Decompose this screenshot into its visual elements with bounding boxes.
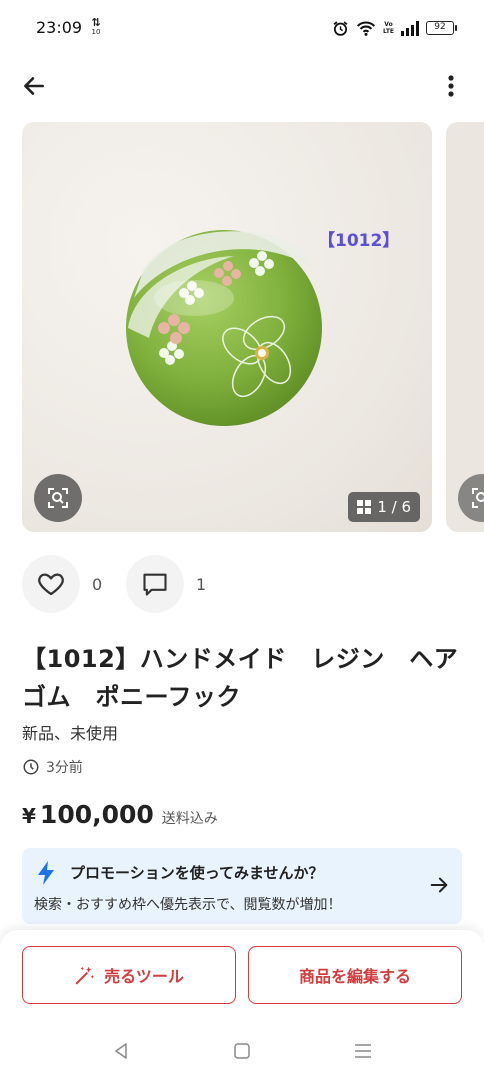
- promotion-banner[interactable]: プロモーションを使ってみませんか？ 検索・おすすめ枠へ優先表示で、閲覧数が増加！: [22, 848, 462, 924]
- battery-indicator: 92: [426, 21, 457, 35]
- square-home-icon: [234, 1043, 250, 1059]
- price: ¥ 100,000 送料込み: [22, 800, 218, 834]
- comment-button[interactable]: [126, 555, 184, 613]
- currency-symbol: ¥: [22, 804, 36, 828]
- data-transfer-icon: ⇅: [91, 16, 101, 29]
- status-time: 23:09: [36, 18, 83, 37]
- edit-item-label: 商品を編集する: [298, 967, 411, 986]
- arrow-left-icon: [24, 77, 44, 95]
- network-speed-indicator: ⇅ 10: [88, 17, 104, 39]
- image-search-button-next[interactable]: [458, 474, 484, 522]
- comment-icon: [143, 573, 167, 596]
- more-options-button[interactable]: [436, 68, 466, 104]
- clock-icon: [23, 759, 39, 775]
- item-condition: 新品、未使用: [22, 724, 119, 743]
- edit-item-button[interactable]: 商品を編集する: [248, 946, 462, 1004]
- sell-tool-button[interactable]: 売るツール: [22, 946, 236, 1004]
- arrow-right-icon: [430, 877, 448, 893]
- triangle-back-icon: [115, 1043, 127, 1059]
- promotion-description: 検索・おすすめ枠へ優先表示で、閲覧数が増加！: [34, 897, 342, 913]
- menu-lines-icon: [355, 1044, 371, 1058]
- wifi-icon: [356, 21, 376, 36]
- photo-counter[interactable]: 1 / 6: [348, 492, 420, 522]
- photo-overlay-tag: 【1012】: [318, 231, 400, 251]
- back-button[interactable]: [16, 68, 52, 104]
- grid-icon: [357, 500, 372, 514]
- next-product-photo[interactable]: [446, 122, 484, 532]
- shipping-note: 送料込み: [161, 811, 218, 827]
- status-icons: Vo LTE 92: [332, 17, 457, 39]
- product-photo[interactable]: 【1012】 1 / 6: [22, 122, 432, 532]
- promotion-headline: プロモーションを使ってみませんか？: [70, 864, 324, 882]
- like-button[interactable]: [22, 555, 80, 613]
- status-bar: 23:09 ⇅ 10 Vo LTE 92: [0, 0, 484, 56]
- volte-label: Vo LTE: [383, 21, 395, 35]
- alarm-icon: [333, 20, 348, 36]
- system-back-button[interactable]: [108, 1038, 134, 1064]
- price-value: 100,000: [39, 800, 154, 829]
- photo-counter-text: 1 / 6: [377, 498, 411, 516]
- reaction-bar: 0 1: [22, 555, 230, 613]
- image-search-icon: [48, 488, 68, 508]
- posted-time-text: 3分前: [46, 760, 83, 776]
- magic-wand-icon: [75, 966, 95, 985]
- posted-time: 3分前: [22, 756, 83, 778]
- heart-icon: [38, 573, 64, 596]
- photo-gallery[interactable]: 【1012】 1 / 6: [0, 122, 484, 534]
- comment-count: 1: [196, 574, 207, 594]
- cellular-signal-icon: [401, 20, 419, 36]
- system-home-button[interactable]: [229, 1038, 255, 1064]
- image-search-icon: [472, 488, 484, 508]
- resin-brooch-image: [126, 230, 322, 426]
- lightning-icon: [38, 861, 54, 885]
- system-navigation-bar: [0, 1026, 484, 1076]
- image-search-button[interactable]: [34, 474, 82, 522]
- more-vertical-icon: [448, 75, 454, 97]
- item-title: 【1012】ハンドメイド レジン ヘアゴム ポニーフック: [22, 645, 459, 711]
- sell-tool-label: 売るツール: [104, 967, 184, 986]
- network-speed-value: 10: [91, 28, 101, 36]
- system-recents-button[interactable]: [350, 1038, 376, 1064]
- like-count: 0: [92, 574, 103, 594]
